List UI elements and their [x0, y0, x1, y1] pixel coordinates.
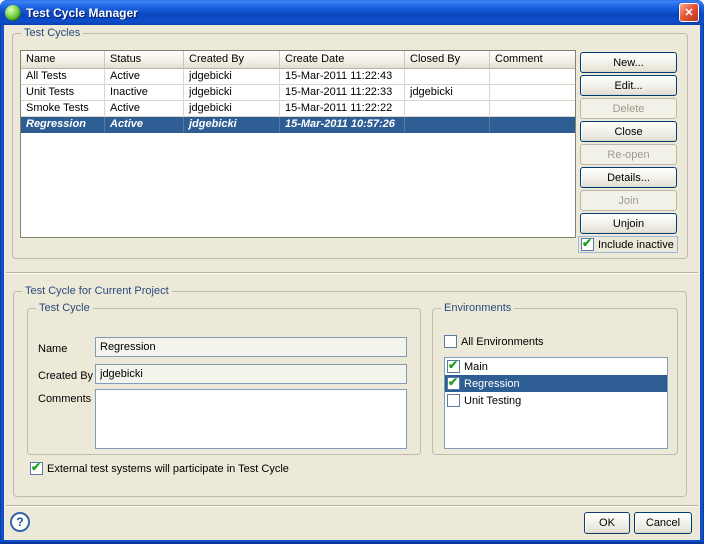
env-item-unit-testing[interactable]: Unit Testing: [445, 392, 667, 409]
app-icon: [5, 5, 21, 21]
cell-status: Active: [105, 117, 184, 133]
include-inactive-checkbox[interactable]: Include inactive: [578, 236, 678, 253]
help-button[interactable]: ?: [10, 512, 30, 532]
column-header-status[interactable]: Status: [105, 51, 184, 69]
cell-status: Inactive: [105, 85, 184, 101]
cell-comment: [490, 69, 575, 85]
cell-closed-by: [405, 101, 490, 117]
test-cycle-subgroup-title: Test Cycle: [36, 302, 93, 314]
cell-closed-by: jdgebicki: [405, 85, 490, 101]
checkbox-icon: [581, 238, 594, 251]
current-project-group-title: Test Cycle for Current Project: [22, 285, 172, 297]
cell-created-by: jdgebicki: [184, 101, 280, 117]
cell-closed-by: [405, 69, 490, 85]
close-button[interactable]: ✕: [679, 3, 699, 22]
table-body: All Tests Active jdgebicki 15-Mar-2011 1…: [21, 69, 575, 237]
window-title: Test Cycle Manager: [26, 6, 679, 20]
cell-create-date: 15-Mar-2011 11:22:43: [280, 69, 405, 85]
cell-name: Unit Tests: [21, 85, 105, 101]
env-item-label: Regression: [464, 378, 520, 390]
cell-comment: [490, 85, 575, 101]
checkbox-icon: [444, 335, 457, 348]
cell-status: Active: [105, 69, 184, 85]
created-by-label: Created By: [38, 370, 93, 382]
table-row[interactable]: All Tests Active jdgebicki 15-Mar-2011 1…: [21, 69, 575, 85]
env-item-label: Unit Testing: [464, 395, 521, 407]
cell-name: All Tests: [21, 69, 105, 85]
dialog-body: Test Cycles Name Status Created By Creat…: [4, 25, 700, 540]
environments-list: Main Regression Unit Testing: [444, 357, 668, 449]
cell-status: Active: [105, 101, 184, 117]
table-row[interactable]: Unit Tests Inactive jdgebicki 15-Mar-201…: [21, 85, 575, 101]
new-button[interactable]: New...: [580, 52, 677, 73]
env-item-label: Main: [464, 361, 488, 373]
cell-name: Regression: [21, 117, 105, 133]
help-icon: ?: [16, 515, 23, 529]
edit-button[interactable]: Edit...: [580, 75, 677, 96]
cell-create-date: 15-Mar-2011 10:57:26: [280, 117, 405, 133]
external-systems-checkbox[interactable]: External test systems will participate i…: [30, 462, 289, 475]
titlebar[interactable]: Test Cycle Manager ✕: [0, 0, 704, 25]
close-cycle-button[interactable]: Close: [580, 121, 677, 142]
cell-created-by: jdgebicki: [184, 69, 280, 85]
cancel-button[interactable]: Cancel: [634, 512, 692, 534]
env-item-main[interactable]: Main: [445, 358, 667, 375]
checkbox-icon: [447, 377, 460, 390]
join-button[interactable]: Join: [580, 190, 677, 211]
env-item-regression[interactable]: Regression: [445, 375, 667, 392]
test-cycles-group-title: Test Cycles: [21, 27, 83, 39]
close-icon: ✕: [684, 7, 693, 19]
cell-name: Smoke Tests: [21, 101, 105, 117]
column-header-create-date[interactable]: Create Date: [280, 51, 405, 69]
delete-button[interactable]: Delete: [580, 98, 677, 119]
table-header-row: Name Status Created By Create Date Close…: [21, 51, 575, 69]
environments-group-title: Environments: [441, 302, 514, 314]
comments-field[interactable]: [95, 389, 407, 449]
cell-closed-by: [405, 117, 490, 133]
all-environments-checkbox[interactable]: All Environments: [444, 335, 544, 348]
separator: [6, 272, 698, 274]
separator: [6, 505, 698, 507]
column-header-name[interactable]: Name: [21, 51, 105, 69]
cell-created-by: jdgebicki: [184, 117, 280, 133]
checkbox-icon: [30, 462, 43, 475]
column-header-comment[interactable]: Comment: [490, 51, 575, 69]
test-cycle-manager-window: Test Cycle Manager ✕ Test Cycles Name St…: [0, 0, 704, 544]
all-environments-label: All Environments: [461, 336, 544, 348]
cell-create-date: 15-Mar-2011 11:22:22: [280, 101, 405, 117]
reopen-button[interactable]: Re-open: [580, 144, 677, 165]
include-inactive-label: Include inactive: [598, 239, 674, 251]
column-header-created-by[interactable]: Created By: [184, 51, 280, 69]
external-systems-label: External test systems will participate i…: [47, 463, 289, 475]
checkbox-icon: [447, 394, 460, 407]
checkbox-icon: [447, 360, 460, 373]
unjoin-button[interactable]: Unjoin: [580, 213, 677, 234]
ok-button[interactable]: OK: [584, 512, 630, 534]
test-cycles-table: Name Status Created By Create Date Close…: [20, 50, 576, 238]
created-by-field[interactable]: [95, 364, 407, 384]
name-label: Name: [38, 343, 67, 355]
table-row[interactable]: Smoke Tests Active jdgebicki 15-Mar-2011…: [21, 101, 575, 117]
table-row[interactable]: Regression Active jdgebicki 15-Mar-2011 …: [21, 117, 575, 133]
cell-create-date: 15-Mar-2011 11:22:33: [280, 85, 405, 101]
cell-comment: [490, 117, 575, 133]
comments-label: Comments: [38, 393, 91, 405]
column-header-closed-by[interactable]: Closed By: [405, 51, 490, 69]
details-button[interactable]: Details...: [580, 167, 677, 188]
cell-comment: [490, 101, 575, 117]
cell-created-by: jdgebicki: [184, 85, 280, 101]
name-field[interactable]: [95, 337, 407, 357]
